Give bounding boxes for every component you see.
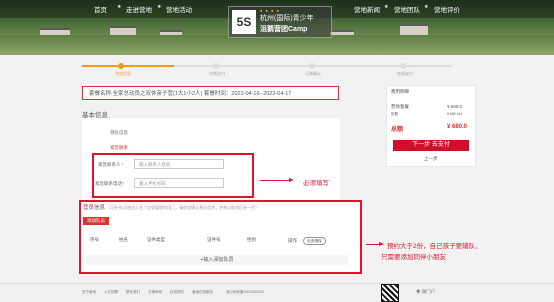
- arrow-icon: [366, 242, 384, 246]
- star-icon: ★: [384, 4, 389, 10]
- col-actions: 操作: [288, 238, 297, 243]
- header-banner: 首页 ★ 走进营地 ★ 营地活动 营地新闻 ★ 营地团队 ★ 营地评价 5S ●…: [0, 0, 554, 55]
- footer-link[interactable]: 在线预约: [170, 290, 184, 295]
- traveler-annotation-1: 预约大于2份，自己孩子要辅队、: [387, 243, 482, 250]
- required-annotation: 必须填写: [303, 180, 329, 187]
- total-price: ¥ 680.0: [447, 124, 468, 130]
- prev-step-link[interactable]: 上一步: [424, 156, 438, 162]
- traveler-title: 营员信息: [83, 205, 106, 211]
- wechat-icon: ◉: [416, 289, 421, 294]
- footer-link[interactable]: 人才招聘: [104, 290, 118, 295]
- footer-link[interactable]: 关于营地: [82, 290, 96, 295]
- wechat-label[interactable]: ◉ 微门户: [416, 289, 435, 295]
- total-label: 总额: [391, 127, 404, 133]
- add-traveler-row[interactable]: +输入添加队员: [86, 255, 348, 265]
- col-id-number: 证件号: [207, 237, 221, 242]
- wechat-text: 微门户: [421, 289, 436, 294]
- emergency-phone-input[interactable]: 输入手机号码: [134, 178, 224, 188]
- decor-hill: [0, 35, 554, 55]
- logo-line1: 杭州(国际)青少年: [260, 15, 314, 22]
- step-dot: [400, 63, 406, 69]
- footer: 关于营地 人才招聘 联系我们 法律声明 在线预约 营地在线服务 浙公网安备330…: [0, 283, 554, 302]
- package-label: 营地套餐: [391, 104, 409, 109]
- step-dot: [118, 63, 124, 69]
- arrow-icon: [260, 178, 294, 182]
- nav-about[interactable]: 走进营地: [126, 4, 152, 14]
- nav-home[interactable]: 首页: [94, 4, 107, 14]
- step-4: 在线支付: [397, 71, 413, 76]
- step-dot: [213, 63, 219, 69]
- nav-news[interactable]: 营地新闻: [354, 4, 380, 14]
- logo-mark: 5S: [232, 10, 256, 34]
- next-step-button[interactable]: 下一步 去支付: [393, 140, 469, 151]
- sidebar-title: 费用明细: [391, 89, 409, 94]
- nav-team[interactable]: 营地团队: [394, 4, 420, 14]
- qr-code: [381, 284, 399, 302]
- package-notice: 套餐名称:全家总动员之双休亲子营(1大1小2人) 套餐时间：2022-04-16…: [82, 86, 339, 100]
- emergency-contact-label: 紧急联系人 *: [98, 162, 124, 167]
- step-dot: [309, 63, 315, 69]
- camper-label: 领队信息: [110, 130, 128, 135]
- package-price: ¥ 680.0: [447, 104, 463, 109]
- progress-fill: [82, 65, 174, 67]
- col-name: 姓名: [119, 237, 128, 242]
- site-logo[interactable]: 5S ● ● ● ● 杭州(国际)青少年 沮鹅营团Camp: [228, 6, 332, 38]
- traveler-hint: （可补充/添加出入住了加强管理阶段门，确保会确认营员信息，并按以前排后补一栏）: [106, 205, 260, 210]
- nav-reviews[interactable]: 营地评价: [434, 4, 460, 14]
- cost-sidebar: 费用明细 营地套餐 ¥ 680.0 份数 ¥ 680.0x1 总额 ¥ 680.…: [386, 85, 476, 167]
- star-icon: ★: [424, 4, 429, 10]
- col-id-type: 证件类型: [147, 237, 165, 242]
- footer-link[interactable]: 营地在线服务: [192, 290, 213, 295]
- nav-activities[interactable]: 营地活动: [166, 4, 192, 14]
- traveler-annotation-2: 只需要添加同伴小朋友: [381, 254, 446, 261]
- col-gender: 性别: [247, 237, 256, 242]
- select-all-button[interactable]: 全选/删除: [303, 237, 326, 245]
- qty-price: ¥ 680.0x1: [447, 112, 463, 116]
- logo-line2: 沮鹅营团Camp: [260, 26, 308, 33]
- col-index: 序号: [90, 237, 99, 242]
- star-icon: ★: [117, 4, 122, 10]
- add-traveler-button[interactable]: 添加队员: [83, 217, 109, 225]
- emergency-phone-label: 紧急联系电话*: [95, 181, 124, 186]
- qty-label: 份数: [391, 112, 398, 116]
- footer-link[interactable]: 法律声明: [148, 290, 162, 295]
- step-1: 完成信息: [115, 71, 131, 76]
- star-icon: ★: [157, 4, 162, 10]
- step-2: 在线支付: [209, 71, 225, 76]
- step-3: 订单确认: [305, 71, 321, 76]
- progress-steps: 完成信息 在线支付 订单确认 在线支付: [82, 61, 452, 77]
- emergency-contact-input[interactable]: 输入联系人姓名: [134, 159, 224, 169]
- footer-link[interactable]: 联系我们: [126, 290, 140, 295]
- contact-section-label: 紧急联系: [110, 145, 128, 150]
- footer-icp: 浙公网安备33011802001: [226, 290, 265, 294]
